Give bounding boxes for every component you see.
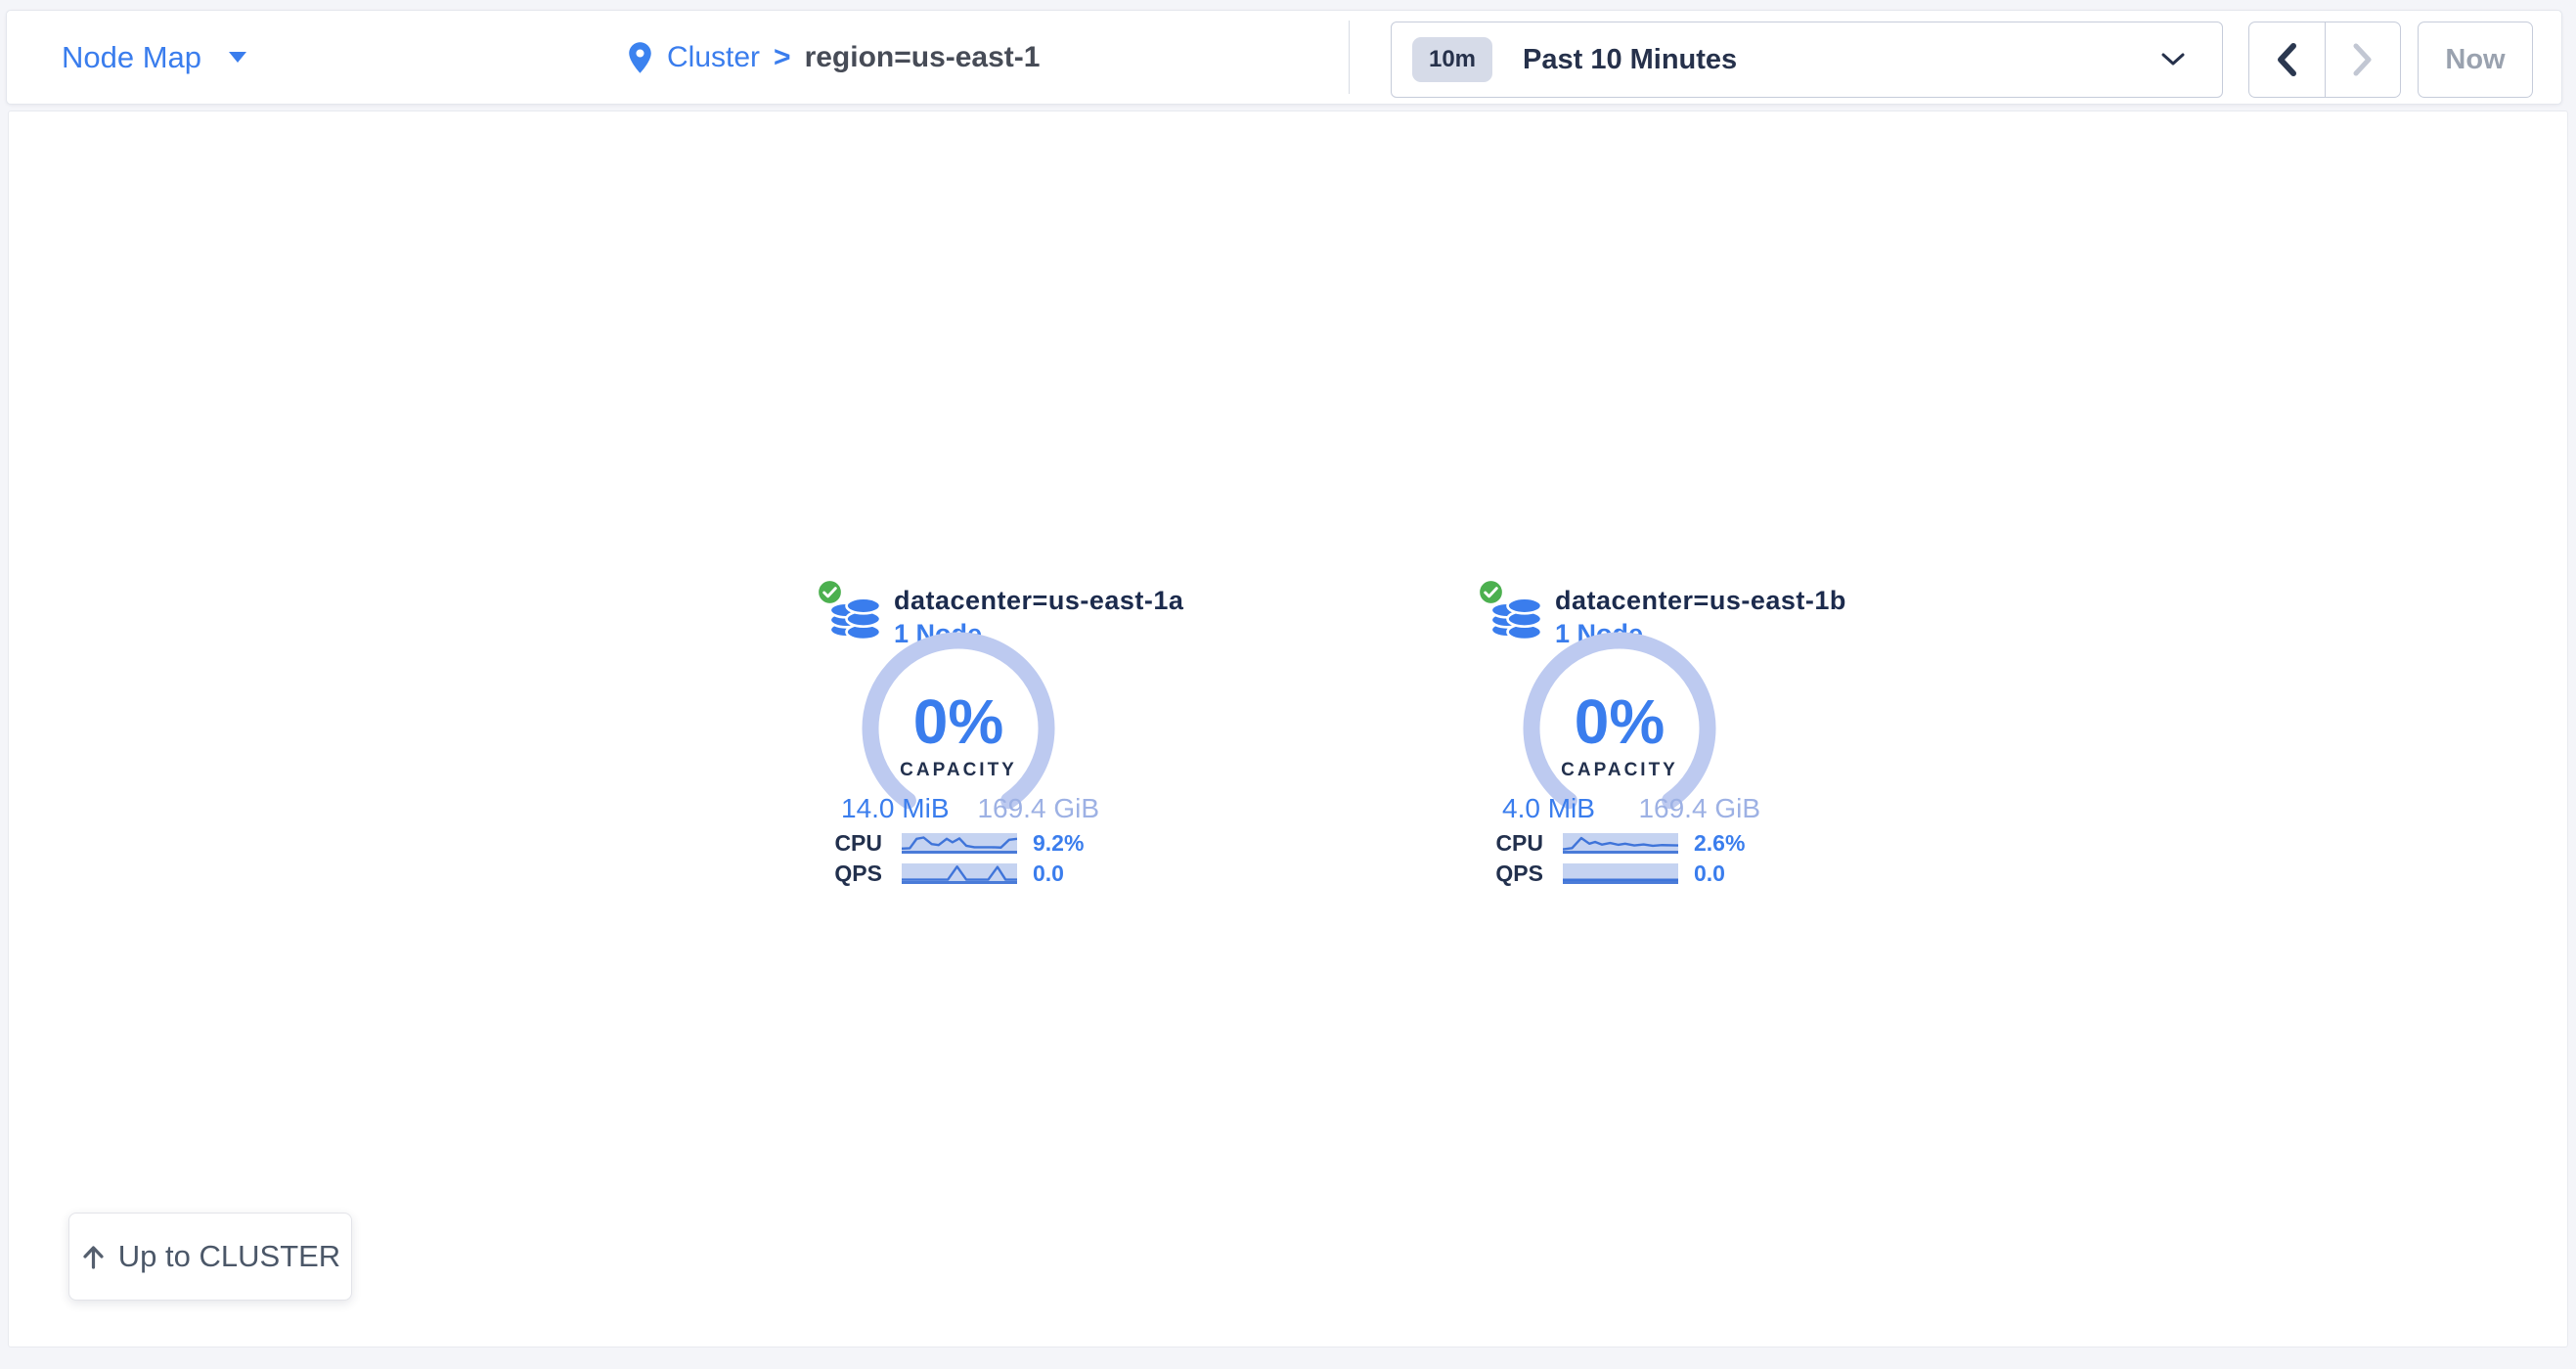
top-bar: Node Map Cluster > region=us-east-1 10m … [6,10,2562,105]
view-selector-label: Node Map [62,40,201,75]
healthy-check-icon [816,578,844,606]
datacenter-icons [1475,576,1555,650]
capacity-percent: 0% [913,691,1004,752]
time-nav-group [2248,22,2401,98]
up-to-cluster-button[interactable]: Up to CLUSTER [68,1213,352,1301]
map-pin-icon [627,41,653,74]
now-button[interactable]: Now [2418,22,2533,98]
metric-row-cpu: CPU 9.2% [812,831,1105,855]
view-selector-dropdown[interactable]: Node Map [62,11,246,104]
metric-row-qps: QPS 0.0 [812,861,1105,885]
metric-value: 2.6% [1694,830,1745,857]
time-range-badge: 10m [1412,37,1492,82]
chevron-left-icon [2275,42,2298,77]
breadcrumb-separator: > [774,41,791,74]
used-capacity: 4.0 MiB [1502,793,1595,824]
metric-value: 0.0 [1033,861,1064,887]
metric-label: QPS [1473,861,1557,887]
metric-list: CPU 2.6% QPS 0.0 [1473,831,1766,892]
capacity-label: CAPACITY [900,760,1017,781]
time-range-dropdown[interactable]: 10m Past 10 Minutes [1391,22,2223,98]
node-map-page: Node Map Cluster > region=us-east-1 10m … [0,0,2576,1369]
breadcrumb-cluster-link[interactable]: Cluster [667,41,760,74]
topbar-divider [1349,21,1350,94]
up-to-cluster-label: Up to CLUSTER [118,1239,340,1274]
breadcrumb-current: region=us-east-1 [805,41,1041,74]
metric-label: CPU [1473,830,1557,857]
time-range-label: Past 10 Minutes [1523,44,1737,76]
metric-row-qps: QPS 0.0 [1473,861,1766,885]
time-back-button[interactable] [2249,22,2325,97]
datacenter-card-us-east-1b[interactable]: datacenter=us-east-1b 1 Node 0% CAPACITY… [1473,576,1766,905]
qps-sparkline [902,863,1017,884]
datacenter-icons [814,576,894,650]
datacenter-title: datacenter=us-east-1a [894,584,1183,617]
metric-list: CPU 9.2% QPS 0.0 [812,831,1105,892]
breadcrumb: Cluster > region=us-east-1 [627,11,1040,104]
metric-row-cpu: CPU 2.6% [1473,831,1766,855]
qps-sparkline [1563,863,1678,884]
capacity-range: 4.0 MiB 169.4 GiB [1502,793,1760,824]
datacenter-title: datacenter=us-east-1b [1555,584,1846,617]
chevron-right-icon [2351,42,2375,77]
capacity-range: 14.0 MiB 169.4 GiB [841,793,1099,824]
metric-label: QPS [812,861,896,887]
used-capacity: 14.0 MiB [841,793,950,824]
time-forward-button[interactable] [2325,22,2401,97]
cpu-sparkline [902,833,1017,854]
metric-value: 9.2% [1033,830,1084,857]
cpu-sparkline [1563,833,1678,854]
capacity-label: CAPACITY [1561,760,1678,781]
node-map-canvas: datacenter=us-east-1a 1 Node 0% CAPACITY… [8,110,2568,1347]
healthy-check-icon [1477,578,1505,606]
capacity-percent: 0% [1575,691,1666,752]
chevron-down-icon [2161,53,2185,66]
metric-value: 0.0 [1694,861,1725,887]
caret-down-icon [229,52,246,63]
total-capacity: 169.4 GiB [977,793,1099,824]
datacenter-card-us-east-1a[interactable]: datacenter=us-east-1a 1 Node 0% CAPACITY… [812,576,1105,905]
up-arrow-icon [80,1244,107,1270]
metric-label: CPU [812,830,896,857]
total-capacity: 169.4 GiB [1638,793,1760,824]
